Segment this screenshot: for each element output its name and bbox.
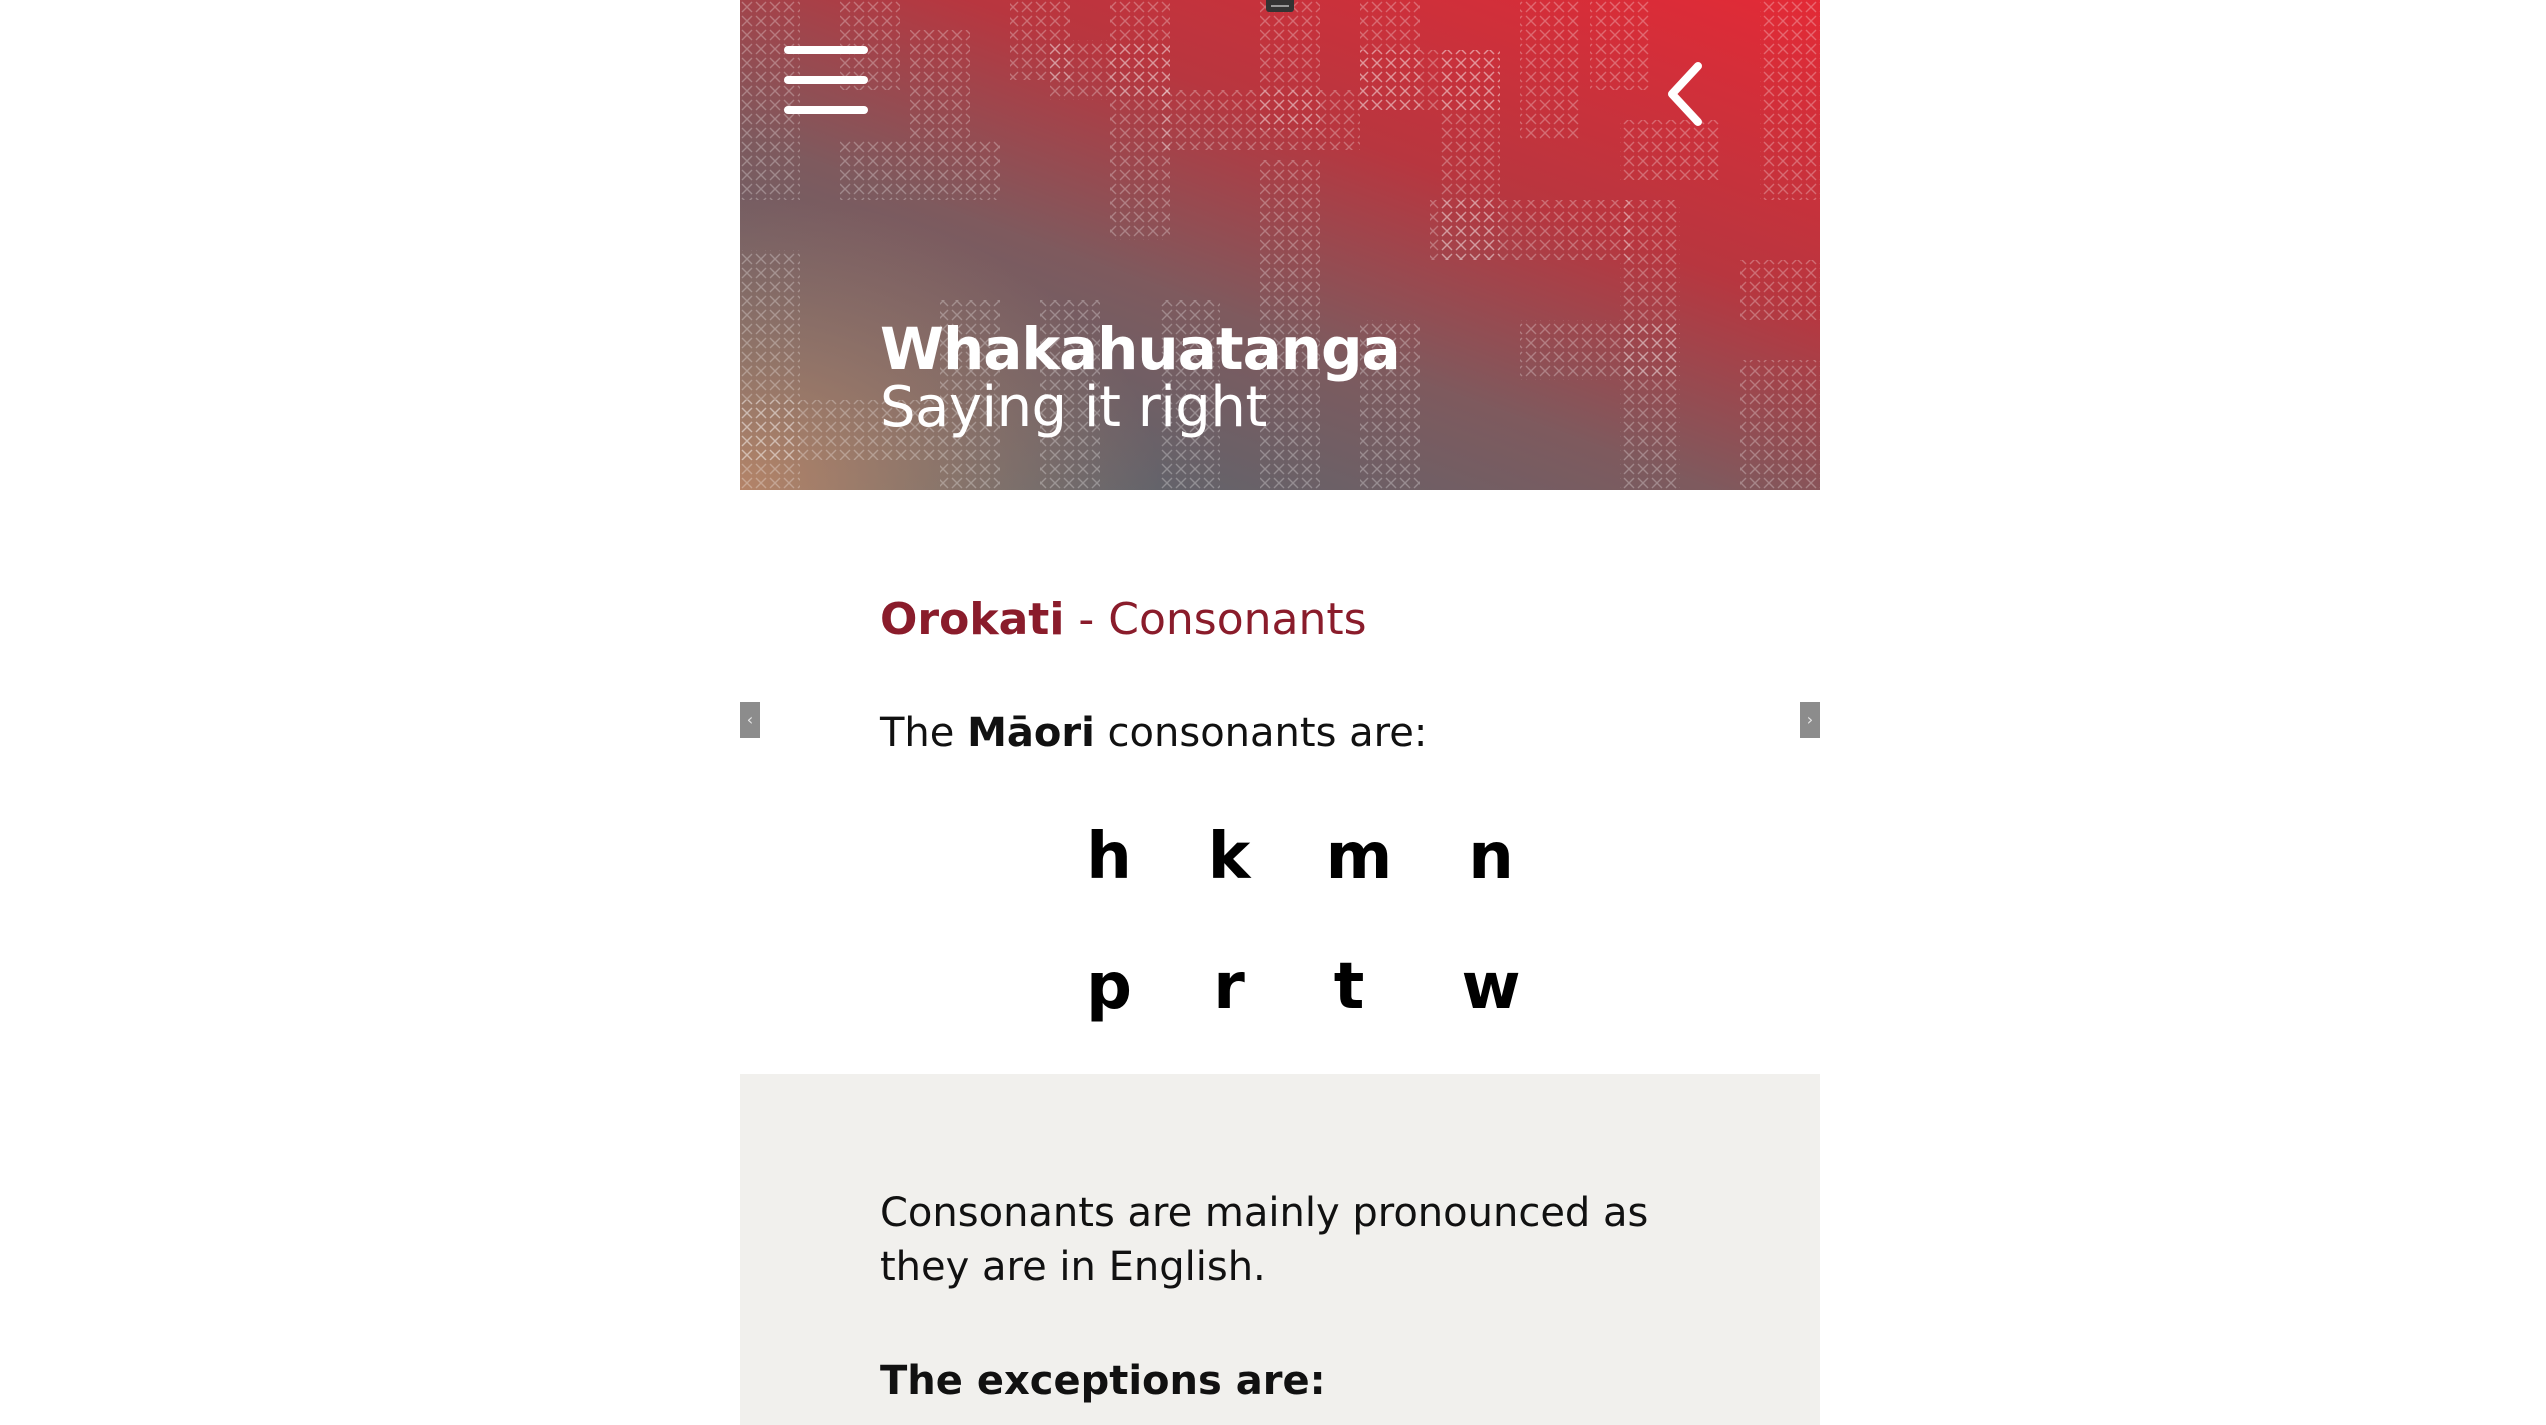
chevron-left-icon — [1668, 62, 1702, 126]
hero-banner: Whakahuatanga Saying it right — [740, 0, 1820, 490]
hamburger-menu-icon-bar — [784, 76, 868, 84]
info-text: Consonants are mainly pronounced as they… — [880, 1190, 1649, 1290]
hamburger-menu-icon — [784, 46, 868, 54]
info-panel: Consonants are mainly pronounced as they… — [740, 1074, 1820, 1425]
hamburger-menu-icon-bar — [784, 106, 868, 114]
screen: Whakahuatanga Saying it right Orokati - … — [0, 0, 2546, 1425]
app-viewport: Whakahuatanga Saying it right Orokati - … — [740, 0, 1820, 1425]
consonant-letter[interactable]: h — [1064, 822, 1154, 892]
consonant-letter[interactable]: m — [1314, 822, 1404, 892]
hero-subtitle: Saying it right — [880, 375, 1267, 440]
drag-handle[interactable] — [1266, 0, 1294, 12]
consonant-letter[interactable]: r — [1184, 952, 1274, 1022]
back-button[interactable] — [1662, 60, 1712, 130]
consonant-letter[interactable]: k — [1184, 822, 1274, 892]
consonant-letter[interactable]: t — [1304, 952, 1394, 1022]
exceptions-heading: The exceptions are: — [880, 1358, 1326, 1404]
consonant-letter[interactable]: w — [1446, 952, 1536, 1022]
hero-heading: Whakahuatanga Saying it right — [880, 315, 1401, 440]
consonant-letter[interactable]: n — [1446, 822, 1536, 892]
menu-button[interactable] — [784, 44, 868, 118]
consonant-letter[interactable]: p — [1064, 952, 1154, 1022]
hero-title: Whakahuatanga — [880, 315, 1401, 383]
